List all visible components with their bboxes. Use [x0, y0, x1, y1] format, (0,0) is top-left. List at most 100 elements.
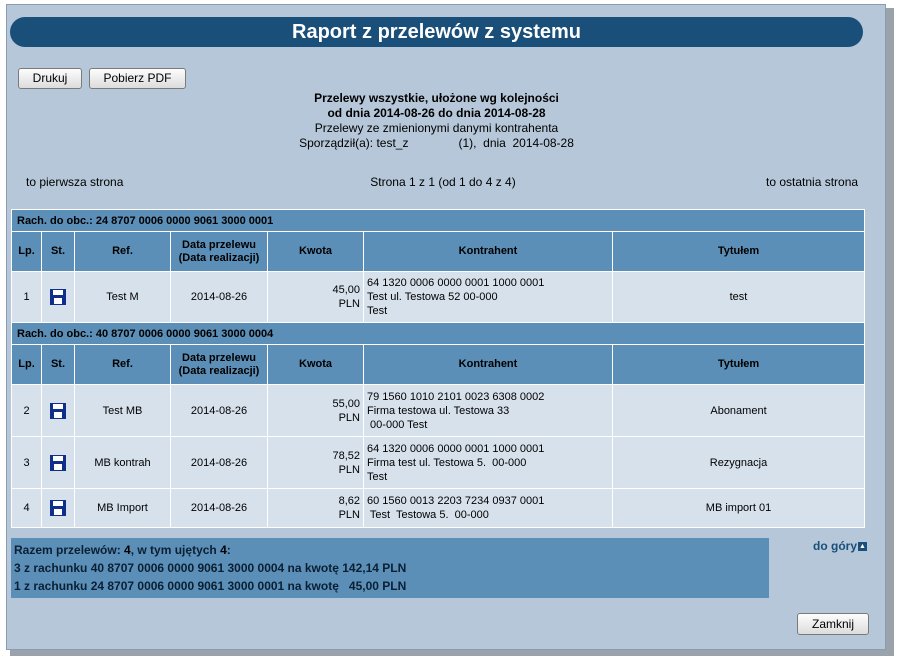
row-ref: MB kontrah	[74, 436, 171, 489]
floppy-disk-icon[interactable]	[50, 402, 66, 419]
row-amount-currency: PLN	[338, 298, 360, 310]
row-contractor-line: 64 1320 0006 0000 0001 1000 0001	[367, 277, 545, 289]
summary-total-label: Razem przelewów:	[14, 543, 125, 557]
summary-colon: :	[226, 543, 231, 557]
row-lp: 4	[11, 488, 42, 528]
col-amount-header: Kwota	[267, 231, 364, 272]
col-date-header-line1: Data przelewu	[182, 238, 256, 251]
row-contractor-line: Test	[367, 470, 388, 483]
table-row: 2 Test MB 2014-08-26 55,00 PLN 79 1560 1010 2…	[11, 384, 865, 437]
row-date: 2014-08-26	[170, 384, 268, 437]
row-status	[41, 271, 75, 323]
summary-box: Razem przelewów: 4, w tym ujętych 4: 3 z…	[11, 538, 769, 598]
report-filter-line: Przelewy wszystkie, ułożone wg kolejnośc…	[314, 91, 559, 105]
row-amount-value: 45,00	[332, 284, 360, 296]
col-date-header-line1: Data przelewu	[182, 351, 256, 364]
row-amount: 8,62 PLN	[267, 488, 364, 528]
summary-total-line: Razem przelewów: 4, w tym ujętych 4:	[14, 541, 766, 559]
row-amount-value: 8,62	[338, 495, 360, 507]
row-contractor-line: 79 1560 1010 2101 0023 6308 0002	[367, 390, 545, 403]
row-amount-value: 55,00	[332, 397, 360, 410]
row-contractor-line: 64 1320 0006 0000 0001 1000 0001	[367, 442, 545, 455]
floppy-disk-icon[interactable]	[50, 454, 66, 471]
summary-account-2: 1 z rachunku 24 8707 0006 0000 9061 3000…	[14, 579, 407, 593]
col-contractor-header: Kontrahent	[363, 231, 613, 272]
row-amount: 78,52 PLN	[267, 436, 364, 489]
report-subtitle: Przelewy ze zmienionymi danymi kontrahen…	[314, 121, 559, 135]
account-label: Rach. do obc.: 40 8707 0006 0000 9061 30…	[11, 322, 865, 345]
account-label: Rach. do obc.: 24 8707 0006 0000 9061 30…	[11, 209, 865, 232]
row-status	[41, 488, 75, 528]
row-contractor-line: 60 1560 0013 2203 7234 0937 0001	[367, 495, 545, 507]
row-contractor: 79 1560 1010 2101 0023 6308 0002 Firma te…	[363, 384, 613, 437]
col-title-header: Tytułem	[612, 231, 865, 272]
print-button[interactable]: Drukuj	[18, 68, 82, 89]
col-lp-header: Lp.	[11, 231, 42, 272]
summary-account-1: 3 z rachunku 40 8707 0006 0000 9061 3000…	[14, 561, 407, 575]
row-contractor-line: Firma testowa ul. Testowa 33	[367, 404, 510, 417]
row-lp: 2	[11, 384, 42, 437]
col-contractor-header: Kontrahent	[363, 344, 613, 385]
row-ref: MB Import	[74, 488, 171, 528]
col-status-header: St.	[41, 344, 75, 385]
column-header-row: Lp. St. Ref. Data przelewu (Data realizacji)…	[11, 231, 865, 272]
row-ref: Test MB	[74, 384, 171, 437]
row-title: test	[612, 271, 865, 323]
col-amount-header: Kwota	[267, 344, 364, 385]
report-author: Sporządził(a): test_z (1), dnia 2014-08-…	[299, 136, 574, 150]
row-ref: Test M	[74, 271, 171, 323]
report-date-range: od dnia 2014-08-26 do dnia 2014-08-28	[327, 106, 546, 120]
row-contractor-line: Test ul. Testowa 52 00-000	[367, 291, 498, 303]
row-date: 2014-08-26	[170, 488, 268, 528]
summary-included-label: , w tym ujętych	[130, 543, 221, 557]
row-contractor-line: 00-000 Test	[367, 418, 428, 431]
col-status-header: St.	[41, 231, 75, 272]
floppy-disk-icon[interactable]	[50, 500, 66, 516]
account-header-row: Rach. do obc.: 40 8707 0006 0000 9061 30…	[11, 322, 865, 345]
row-contractor: 64 1320 0006 0000 0001 1000 0001 Test ul.…	[363, 271, 613, 323]
pager-info: Strona 1 z 1 (od 1 do 4 z 4)	[370, 175, 516, 189]
row-amount: 45,00 PLN	[267, 271, 364, 323]
transfers-table: Rach. do obc.: 24 8707 0006 0000 9061 30…	[11, 209, 865, 528]
row-amount-currency: PLN	[338, 411, 360, 424]
row-amount: 55,00 PLN	[267, 384, 364, 437]
row-title: MB import 01	[612, 488, 865, 528]
back-to-top-link[interactable]: do góry ▲	[813, 539, 867, 553]
col-date-header-line2: (Data realizacji)	[178, 364, 260, 377]
col-date-header-line2: (Data realizacji)	[178, 251, 260, 264]
row-date: 2014-08-26	[170, 271, 268, 323]
table-row: 1 Test M 2014-08-26 45,00 PLN 64 1320 0006 00…	[11, 271, 865, 323]
col-lp-header: Lp.	[11, 344, 42, 385]
row-status	[41, 436, 75, 489]
row-contractor: 64 1320 0006 0000 0001 1000 0001 Firma te…	[363, 436, 613, 489]
back-to-top-label: do góry	[813, 539, 857, 553]
row-lp: 3	[11, 436, 42, 489]
col-ref-header: Ref.	[74, 344, 171, 385]
summary-included-count: 4	[220, 543, 227, 557]
table-row: 3 MB kontrah 2014-08-26 78,52 PLN 64 1320 000…	[11, 436, 865, 489]
table-row: 4 MB Import 2014-08-26 8,62 PLN 60 1560 0013 …	[11, 488, 865, 528]
row-amount-currency: PLN	[338, 463, 360, 476]
row-amount-currency: PLN	[338, 509, 360, 521]
download-pdf-button[interactable]: Pobierz PDF	[89, 68, 186, 89]
row-contractor-line: Test	[367, 305, 388, 317]
row-amount-value: 78,52	[332, 449, 360, 462]
row-title: Abonament	[612, 384, 865, 437]
row-status	[41, 384, 75, 437]
page-title: Raport z przelewów z systemu	[10, 17, 863, 47]
row-contractor: 60 1560 0013 2203 7234 0937 0001 Test Te…	[363, 488, 613, 528]
col-date-header: Data przelewu (Data realizacji)	[170, 231, 268, 272]
col-date-header: Data przelewu (Data realizacji)	[170, 344, 268, 385]
row-contractor-line: Test Testowa 5. 00-000	[367, 509, 489, 521]
summary-total-count: 4	[124, 543, 131, 557]
column-header-row: Lp. St. Ref. Data przelewu (Data realizacji)…	[11, 344, 865, 385]
close-button[interactable]: Zamknij	[797, 613, 869, 635]
row-title: Rezygnacja	[612, 436, 865, 489]
col-ref-header: Ref.	[74, 231, 171, 272]
arrow-up-icon: ▲	[858, 542, 867, 552]
pager-last: to ostatnia strona	[766, 175, 859, 189]
row-lp: 1	[11, 271, 42, 323]
floppy-disk-icon[interactable]	[50, 289, 66, 305]
account-header-row: Rach. do obc.: 24 8707 0006 0000 9061 30…	[11, 209, 865, 232]
row-contractor-line: Firma test ul. Testowa 5. 00-000	[367, 456, 527, 469]
